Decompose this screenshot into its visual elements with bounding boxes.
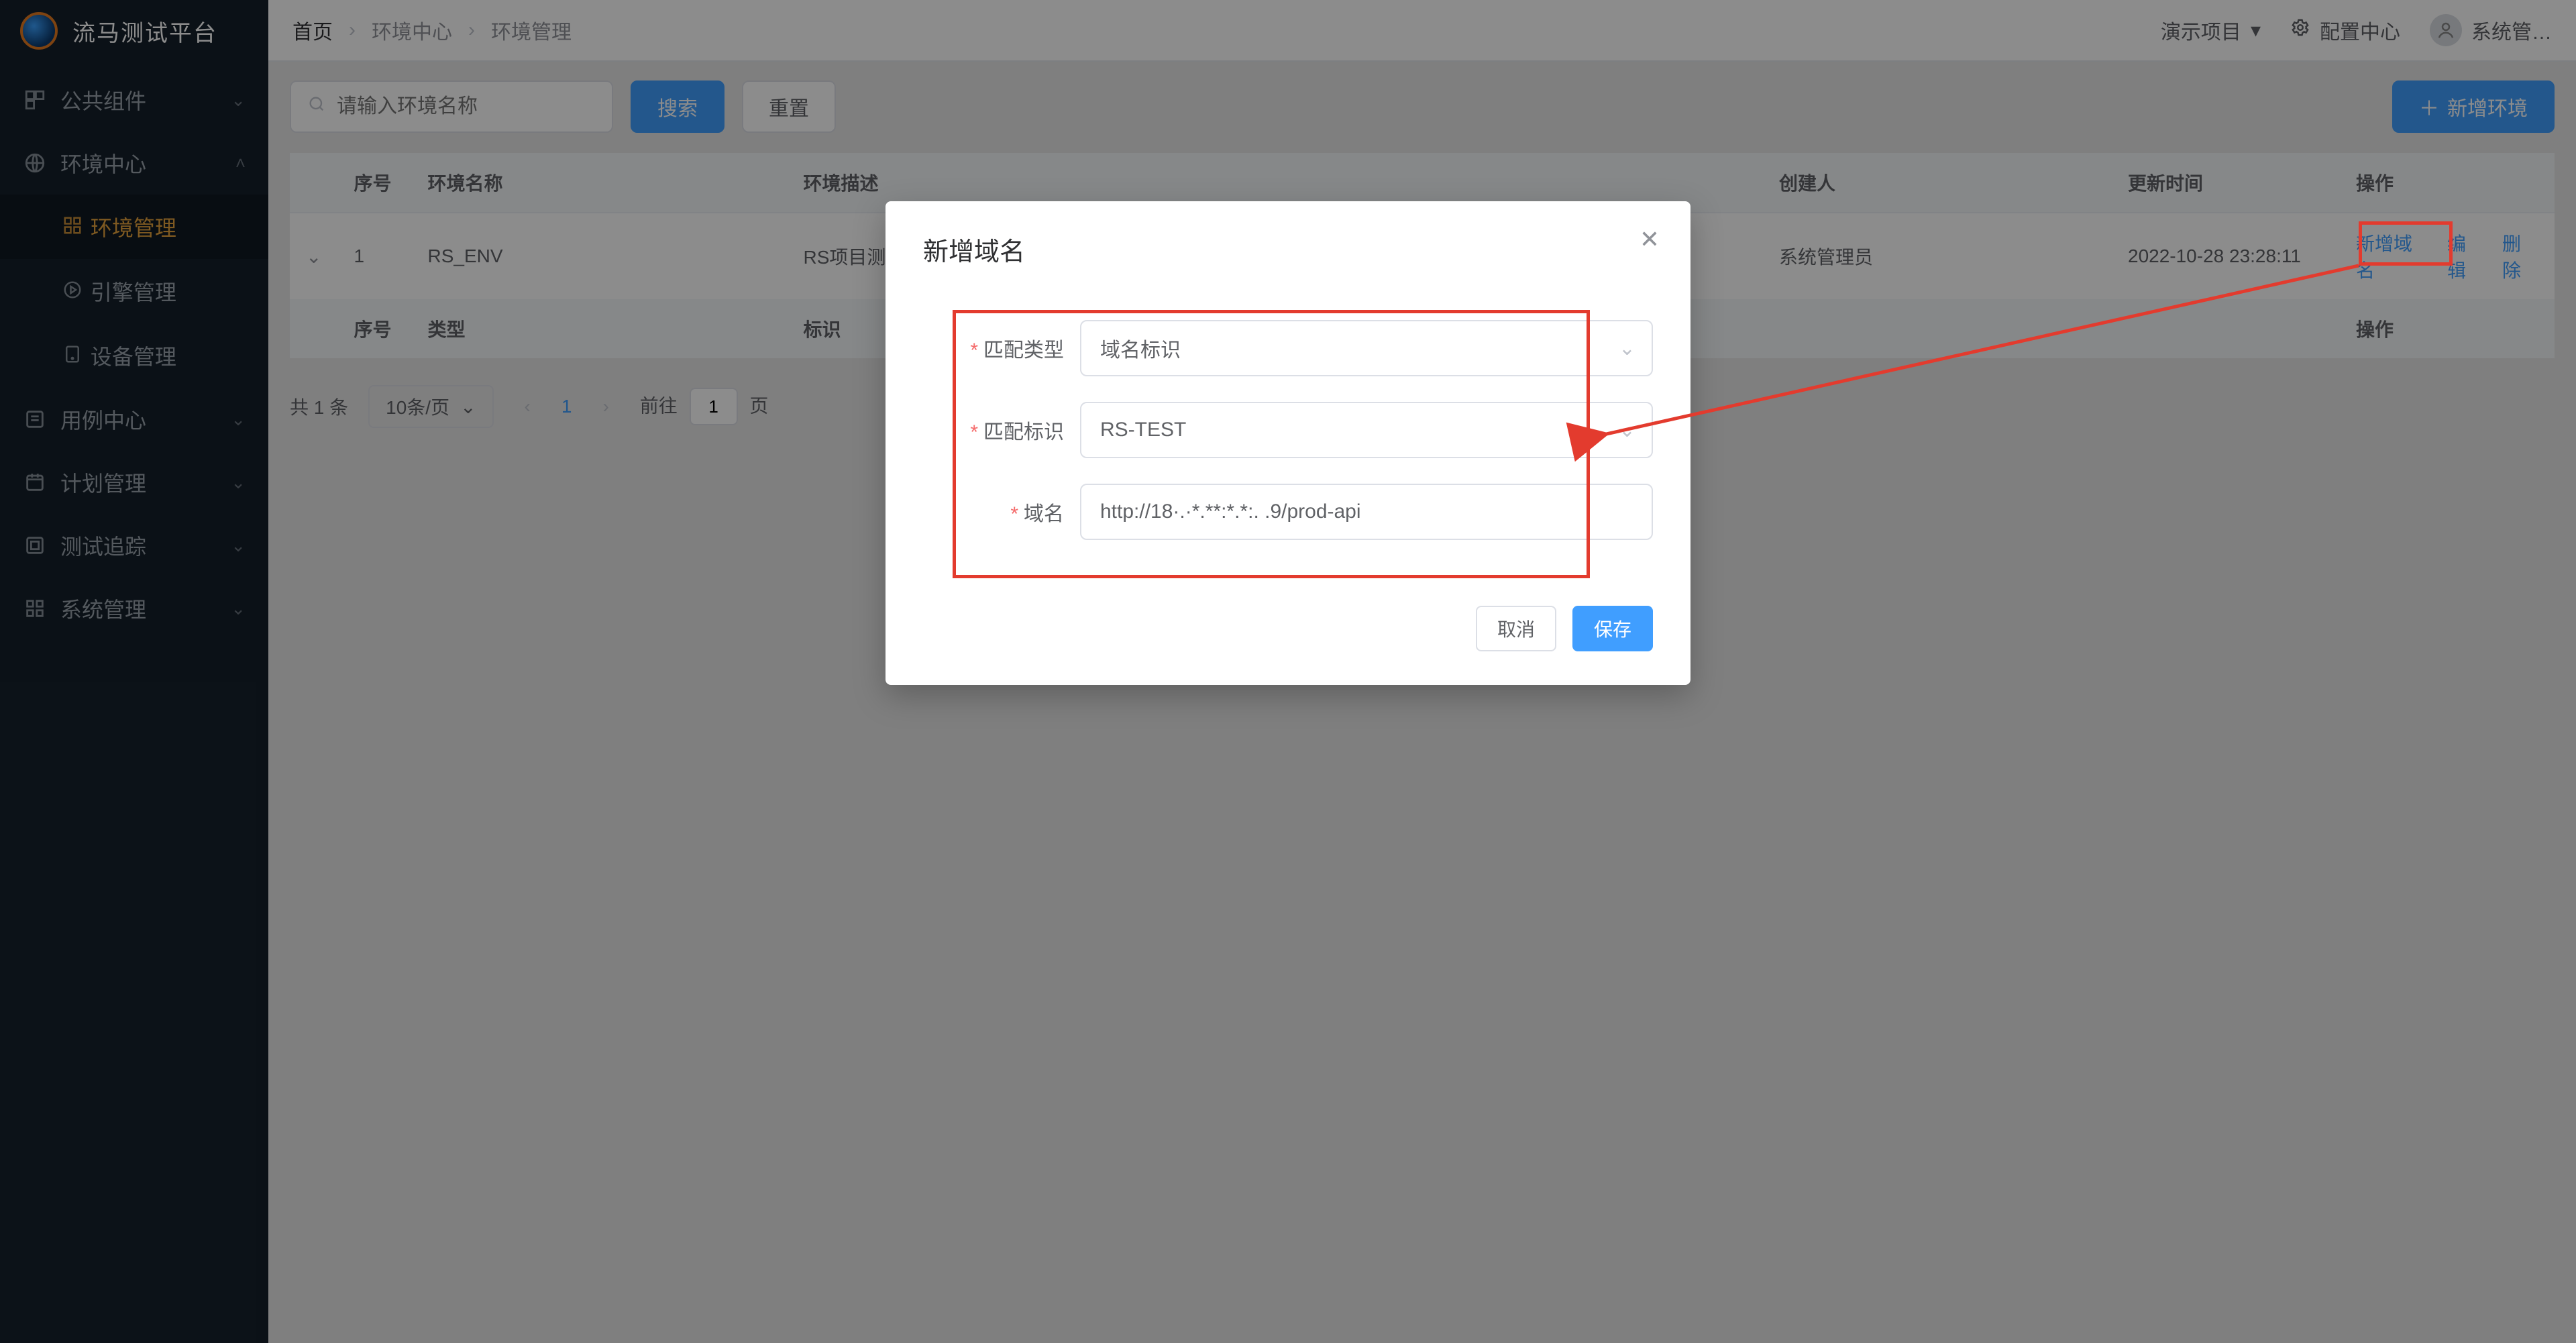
input-domain-wrap[interactable] bbox=[1080, 484, 1653, 540]
close-icon[interactable]: ✕ bbox=[1640, 225, 1660, 254]
label-match-key: 匹配标识 bbox=[983, 421, 1064, 443]
select-match-key[interactable]: RS-TEST ⌄ bbox=[1080, 402, 1653, 458]
select-match-type-value: 域名标识 bbox=[1100, 333, 1181, 363]
dialog-title: 新增域名 bbox=[885, 201, 1690, 288]
save-button[interactable]: 保存 bbox=[1572, 606, 1653, 651]
chevron-down-icon: ⌄ bbox=[1619, 337, 1635, 360]
input-domain[interactable] bbox=[1100, 500, 1618, 523]
cancel-button[interactable]: 取消 bbox=[1476, 606, 1556, 651]
add-domain-dialog: 新增域名 ✕ *匹配类型 域名标识 ⌄ *匹配标识 RS-TEST ⌄ bbox=[885, 201, 1690, 685]
label-match-type: 匹配类型 bbox=[983, 339, 1064, 362]
chevron-down-icon: ⌄ bbox=[1619, 419, 1635, 442]
label-domain: 域名 bbox=[1024, 503, 1064, 525]
select-match-type[interactable]: 域名标识 ⌄ bbox=[1080, 320, 1653, 376]
modal-overlay[interactable]: 新增域名 ✕ *匹配类型 域名标识 ⌄ *匹配标识 RS-TEST ⌄ bbox=[0, 0, 2576, 1343]
select-match-key-value: RS-TEST bbox=[1100, 419, 1186, 441]
